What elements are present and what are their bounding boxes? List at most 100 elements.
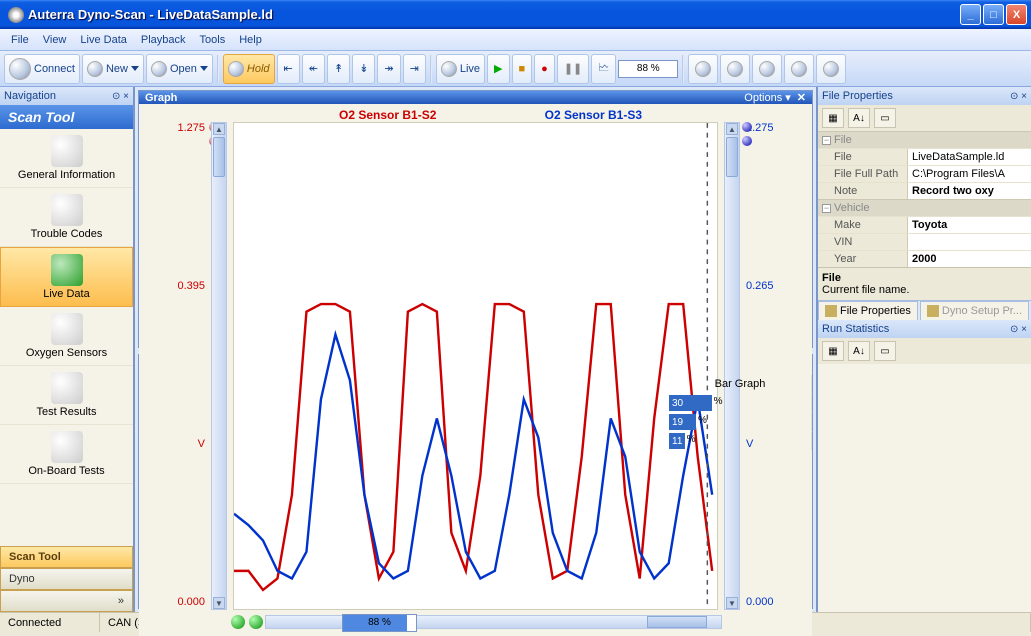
pin-icon[interactable]: ⊙ × [112, 91, 129, 102]
tab-dynosetup[interactable]: Dyno Setup Pr... [920, 301, 1029, 320]
gear-icon [823, 61, 839, 77]
nav-down-button[interactable]: ↡ [352, 54, 375, 84]
pause-button[interactable]: ❚❚ [557, 54, 589, 84]
scantool-tab[interactable]: Scan Tool [0, 546, 133, 568]
scroll-down-icon[interactable]: ▼ [213, 597, 225, 609]
prop-pages-button[interactable]: ▭ [874, 108, 896, 128]
menu-file[interactable]: File [4, 32, 36, 48]
menu-tools[interactable]: Tools [193, 32, 233, 48]
right-scrollbar[interactable]: ▲ ▼ [724, 122, 740, 610]
tab-icon [825, 305, 837, 317]
menu-playback[interactable]: Playback [134, 32, 193, 48]
nav-expand[interactable]: » [0, 590, 133, 612]
hold-button[interactable]: Hold [223, 54, 275, 84]
dyno-tab[interactable]: Dyno [0, 568, 133, 590]
counter-button[interactable]: 🗠 [591, 54, 616, 84]
hold-icon [228, 61, 244, 77]
open-icon [151, 61, 167, 77]
onboard-icon [51, 431, 83, 463]
h-scrollbar[interactable] [229, 614, 722, 630]
tool-zoom-button[interactable] [752, 54, 782, 84]
collapse-icon[interactable]: − [822, 136, 831, 145]
nav-item-test[interactable]: Test Results [0, 366, 133, 425]
runstats-toolbar: ▦ A↓ ▭ [818, 338, 1031, 364]
graph-close[interactable]: ✕ [797, 91, 806, 104]
tool-globe-button[interactable] [720, 54, 750, 84]
scroll-up-icon[interactable]: ▲ [726, 123, 738, 135]
nav-next-button[interactable]: ↠ [377, 54, 400, 84]
info-icon [791, 61, 807, 77]
connect-button[interactable]: Connect [4, 54, 80, 84]
maximize-button[interactable]: □ [983, 4, 1004, 25]
nav-item-oxygen[interactable]: Oxygen Sensors [0, 307, 133, 366]
stop-button[interactable]: ■ [512, 54, 533, 84]
scantool-header: Scan Tool [0, 105, 133, 129]
scroll-start-icon[interactable] [231, 615, 245, 629]
menu-help[interactable]: Help [232, 32, 269, 48]
prop-row-path[interactable]: File Full PathC:\Program Files\A [818, 165, 1031, 182]
pin-icon[interactable]: ⊙ × [1010, 324, 1027, 335]
scroll-thumb[interactable] [213, 137, 225, 177]
navigation-bottom: Scan Tool Dyno » [0, 546, 133, 612]
nav-last-button[interactable]: ⇥ [403, 54, 426, 84]
pin-icon[interactable]: ⊙ × [1010, 91, 1027, 102]
tab-fileprops[interactable]: File Properties [818, 301, 918, 320]
series1-label: O2 Sensor B1-S2 [339, 108, 436, 122]
prop-alpha-button[interactable]: A↓ [848, 341, 870, 361]
prop-cat-file[interactable]: −File [818, 131, 1031, 148]
livedata-icon [51, 254, 83, 286]
menubar: File View Live Data Playback Tools Help [0, 29, 1031, 51]
col-bar[interactable]: Bar Graph [669, 375, 812, 393]
nav-item-livedata[interactable]: Live Data [0, 247, 133, 307]
minimize-button[interactable]: _ [960, 4, 981, 25]
prop-pages-button[interactable]: ▭ [874, 341, 896, 361]
scroll-up-icon[interactable]: ▲ [213, 123, 225, 135]
h-scroll-track[interactable] [265, 615, 722, 629]
prop-categorized-button[interactable]: ▦ [822, 108, 844, 128]
prop-row-file[interactable]: FileLiveDataSample.ld [818, 148, 1031, 165]
nav-item-general[interactable]: General Information [0, 129, 133, 188]
nav-item-trouble[interactable]: Trouble Codes [0, 188, 133, 247]
menu-view[interactable]: View [36, 32, 74, 48]
prop-row-year[interactable]: Year2000 [818, 250, 1031, 267]
chart-area[interactable] [233, 122, 718, 610]
marker-s2-top-icon[interactable] [742, 122, 752, 132]
h-scroll-thumb[interactable] [647, 616, 707, 628]
nav-up-button[interactable]: ↟ [327, 54, 350, 84]
open-button[interactable]: Open [146, 54, 213, 84]
status-progress: 88 % [340, 613, 420, 632]
record-button[interactable]: ● [534, 54, 555, 84]
prop-row-make[interactable]: MakeToyota [818, 216, 1031, 233]
prop-alpha-button[interactable]: A↓ [848, 108, 870, 128]
scroll-down-icon[interactable]: ▼ [726, 597, 738, 609]
live-icon [441, 61, 457, 77]
scroll-left-icon[interactable] [249, 615, 263, 629]
marker-s2-mid-icon[interactable] [742, 136, 752, 146]
menu-livedata[interactable]: Live Data [73, 32, 133, 48]
property-grid: ▦ A↓ ▭ −File FileLiveDataSample.ld File … [818, 105, 1031, 300]
left-scrollbar[interactable]: ▲ ▼ [211, 122, 227, 610]
new-button[interactable]: New [82, 54, 144, 84]
prop-row-note[interactable]: NoteRecord two oxy [818, 182, 1031, 199]
live-button[interactable]: Live [436, 54, 485, 84]
tool-settings-button[interactable] [816, 54, 846, 84]
graph-body: O2 Sensor B1-S2 O2 Sensor B1-S3 1.275 0.… [139, 104, 812, 636]
prop-categorized-button[interactable]: ▦ [822, 341, 844, 361]
prop-cat-vehicle[interactable]: −Vehicle [818, 199, 1031, 216]
collapse-icon[interactable]: − [822, 204, 831, 213]
oxygen-icon [51, 313, 83, 345]
nav-first-button[interactable]: ⇤ [277, 54, 300, 84]
tool-info-button[interactable] [784, 54, 814, 84]
globe-icon [727, 61, 743, 77]
tab-icon [927, 305, 939, 317]
play-button[interactable]: ▶ [487, 54, 509, 84]
tool-find-button[interactable] [688, 54, 718, 84]
graph-options[interactable]: Options ▾ [744, 91, 791, 104]
window-title: Auterra Dyno-Scan - LiveDataSample.ld [28, 7, 958, 22]
nav-item-onboard[interactable]: On-Board Tests [0, 425, 133, 484]
nav-prev-button[interactable]: ↞ [302, 54, 325, 84]
zoom-progress[interactable]: 88 % [618, 60, 678, 78]
prop-row-vin[interactable]: VIN [818, 233, 1031, 250]
close-button[interactable]: X [1006, 4, 1027, 25]
scroll-thumb[interactable] [726, 137, 738, 177]
